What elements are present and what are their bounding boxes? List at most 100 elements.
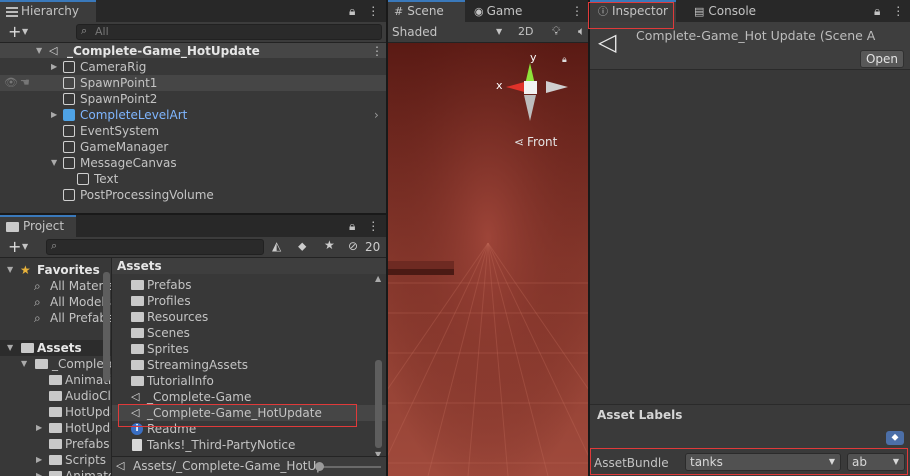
- orientation-gizmo[interactable]: y x 🔒︎: [496, 51, 568, 123]
- folder-icon: [49, 407, 62, 417]
- slider-handle[interactable]: [315, 462, 324, 471]
- fold-closed-icon[interactable]: ▶: [36, 452, 42, 468]
- favorites-item[interactable]: ⌕ All Materials: [0, 278, 112, 294]
- visibility-icon[interactable]: 👁︎: [4, 75, 18, 91]
- asset-item[interactable]: Prefabs: [112, 277, 386, 293]
- asset-item[interactable]: Scenes: [112, 325, 386, 341]
- tree-folder[interactable]: AudioClips: [0, 388, 112, 404]
- lock-icon[interactable]: 🔒︎: [874, 4, 880, 18]
- hierarchy-item[interactable]: ▼ MessageCanvas: [0, 155, 386, 171]
- toggle-2d-button[interactable]: 2D: [518, 25, 533, 38]
- asset-bundle-variant-dropdown[interactable]: ab ▼: [847, 453, 905, 471]
- pick-icon[interactable]: ☚: [20, 75, 30, 91]
- add-icon[interactable]: +: [8, 22, 21, 42]
- more-options-icon[interactable]: ⋮: [367, 4, 379, 18]
- chevron-down-icon[interactable]: ▼: [496, 27, 502, 36]
- chevron-down-icon[interactable]: ▼: [22, 242, 28, 251]
- chevron-right-icon[interactable]: ›: [374, 107, 379, 123]
- fold-open-icon[interactable]: ▼: [36, 43, 42, 59]
- favorites-item[interactable]: ⌕ All Models: [0, 294, 112, 310]
- hierarchy-item[interactable]: ▶ CameraRig: [0, 59, 386, 75]
- fold-closed-icon[interactable]: ▶: [51, 59, 57, 75]
- asset-item[interactable]: Resources: [112, 309, 386, 325]
- lock-icon[interactable]: 🔒︎: [562, 55, 567, 65]
- assets-root-label: Assets: [37, 341, 82, 355]
- gizmo-z-axis[interactable]: [524, 95, 536, 121]
- hierarchy-item[interactable]: ▶ CompleteLevelArt ›: [0, 107, 386, 123]
- asset-item[interactable]: TutorialInfo: [112, 373, 386, 389]
- assets-root-row[interactable]: ▼ Assets: [0, 340, 112, 356]
- scene-header-row[interactable]: ▼ ◁ _Complete-Game_HotUpdate ⋮: [0, 43, 386, 58]
- hierarchy-search-input[interactable]: ⌕ All: [76, 24, 382, 40]
- hierarchy-item[interactable]: PostProcessingVolume: [0, 187, 386, 203]
- folder-icon: [131, 360, 144, 370]
- asset-item[interactable]: Tanks!_Third-PartyNotice: [112, 437, 386, 453]
- tab-project[interactable]: Project: [0, 215, 76, 237]
- tree-folder[interactable]: ▶ Animator: [0, 468, 112, 476]
- favorite-star-icon[interactable]: ★: [324, 238, 335, 252]
- scene-more-icon[interactable]: ⋮: [371, 43, 383, 59]
- icon-size-slider[interactable]: [315, 462, 381, 471]
- tree-folder[interactable]: HotUpdate: [0, 404, 112, 420]
- tab-inspector[interactable]: ⓘ Inspector: [590, 0, 676, 22]
- lock-icon[interactable]: 🔒︎: [349, 219, 355, 233]
- fold-open-icon[interactable]: ▼: [51, 155, 57, 171]
- gizmo-neg-x-axis[interactable]: [546, 81, 568, 93]
- more-options-icon[interactable]: ⋮: [892, 4, 904, 18]
- more-options-icon[interactable]: ⋮: [367, 219, 379, 233]
- hierarchy-item[interactable]: SpawnPoint2: [0, 91, 386, 107]
- fold-open-icon[interactable]: ▼: [21, 356, 27, 372]
- scroll-up-icon[interactable]: ▲: [375, 274, 381, 283]
- tree-folder[interactable]: ▶ Scripts: [0, 452, 112, 468]
- asset-bundle-dropdown[interactable]: tanks ▼: [685, 453, 841, 471]
- scene-viewport[interactable]: y x 🔒︎ ⋖ Front: [388, 43, 588, 476]
- chevron-down-icon[interactable]: ▼: [22, 27, 28, 36]
- hierarchy-tabbar: Hierarchy 🔒︎ ⋮: [0, 0, 386, 22]
- tree-scrollbar[interactable]: [103, 272, 110, 382]
- view-label[interactable]: Front: [527, 135, 557, 149]
- tab-hierarchy[interactable]: Hierarchy: [0, 0, 96, 22]
- asset-item-label: Scenes: [147, 326, 190, 340]
- tree-folder[interactable]: Prefabs: [0, 436, 112, 452]
- hierarchy-item[interactable]: EventSystem: [0, 123, 386, 139]
- fold-closed-icon[interactable]: ▶: [36, 420, 42, 436]
- fold-closed-icon[interactable]: ▶: [51, 107, 57, 123]
- tree-folder[interactable]: ▶ HotUpdate: [0, 420, 112, 436]
- hierarchy-item[interactable]: 👁︎ ☚ SpawnPoint1: [0, 75, 386, 91]
- fold-open-icon[interactable]: ▼: [7, 340, 13, 356]
- tab-console[interactable]: ▤ Console: [688, 0, 778, 22]
- filter-by-label-icon[interactable]: ⬥: [298, 239, 306, 254]
- asset-item[interactable]: Sprites: [112, 341, 386, 357]
- lighting-icon[interactable]: 💡︎: [552, 24, 560, 39]
- fold-closed-icon[interactable]: ▶: [36, 468, 42, 476]
- asset-item-selected[interactable]: ◁ _Complete-Game_HotUpdate: [112, 405, 386, 421]
- asset-item[interactable]: i Readme: [112, 421, 386, 437]
- audio-icon[interactable]: 🔈︎: [578, 24, 585, 39]
- lock-icon[interactable]: 🔒︎: [349, 4, 355, 18]
- label-tag-icon[interactable]: ⬥: [886, 431, 904, 445]
- tree-folder[interactable]: ▼ _Complete-Game: [0, 356, 112, 372]
- asset-item[interactable]: Profiles: [112, 293, 386, 309]
- tree-folder-label: HotUpdate: [65, 421, 112, 435]
- project-search-input[interactable]: ⌕: [46, 239, 264, 255]
- open-button[interactable]: Open: [860, 50, 904, 68]
- gizmo-center-cube[interactable]: [524, 81, 537, 94]
- tab-game[interactable]: ◉ Game: [468, 0, 548, 22]
- asset-item[interactable]: ◁ _Complete-Game: [112, 389, 386, 405]
- tab-scene[interactable]: # Scene: [388, 0, 465, 22]
- hidden-packages-icon[interactable]: ⊘: [348, 239, 358, 253]
- asset-item[interactable]: StreamingAssets: [112, 357, 386, 373]
- filter-by-type-icon[interactable]: ◭: [272, 239, 281, 253]
- hierarchy-item[interactable]: Text: [0, 171, 386, 187]
- prefab-icon: [63, 109, 75, 121]
- add-icon[interactable]: +: [8, 237, 21, 257]
- tree-folder[interactable]: Animation: [0, 372, 112, 388]
- favorites-row[interactable]: ▼ ★ Favorites: [0, 262, 112, 278]
- hierarchy-item[interactable]: GameManager: [0, 139, 386, 155]
- more-options-icon[interactable]: ⋮: [571, 0, 583, 22]
- favorites-item[interactable]: ⌕ All Prefabs: [0, 310, 112, 326]
- asset-list-scrollbar[interactable]: ▲ ▼: [374, 274, 384, 459]
- shading-mode-dropdown[interactable]: Shaded: [392, 25, 437, 39]
- scroll-thumb[interactable]: [375, 360, 382, 448]
- fold-open-icon[interactable]: ▼: [7, 262, 13, 278]
